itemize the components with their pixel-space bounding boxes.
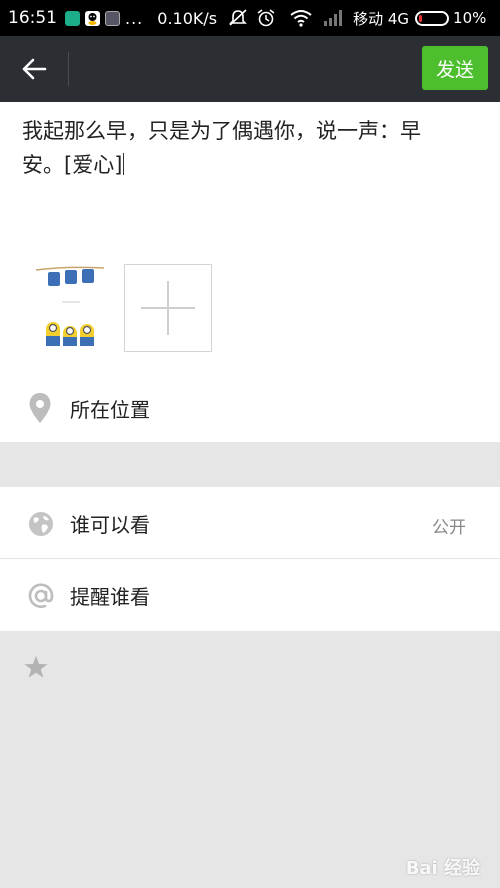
gallery-notification-icon bbox=[105, 10, 120, 26]
app-notification-icon bbox=[65, 10, 80, 26]
at-sign-icon bbox=[28, 583, 54, 608]
qq-notification-icon bbox=[85, 10, 100, 26]
add-photo-button[interactable] bbox=[124, 264, 212, 352]
star-icon[interactable] bbox=[23, 654, 49, 680]
battery-level bbox=[419, 14, 423, 22]
send-button[interactable]: 发送 bbox=[422, 46, 488, 90]
visibility-row[interactable]: 谁可以看 公开 bbox=[0, 487, 500, 559]
location-label: 所在位置 bbox=[70, 397, 150, 422]
post-text-input[interactable]: 我起那么早，只是为了偶遇你，说一声：早 安。[爱心] bbox=[22, 114, 472, 182]
carrier-label: 移动 4G bbox=[353, 9, 410, 28]
back-button[interactable] bbox=[0, 36, 68, 102]
network-speed: 0.10K/s bbox=[157, 8, 218, 28]
visibility-label: 谁可以看 bbox=[70, 513, 150, 537]
compose-area: 我起那么早，只是为了偶遇你，说一声：早 安。[爱心] 所在位置 bbox=[0, 102, 500, 442]
mute-icon bbox=[227, 9, 249, 27]
alarm-icon bbox=[255, 9, 277, 27]
title-bar: 发送 bbox=[0, 36, 500, 102]
post-text-line-2: 安。[爱心] bbox=[22, 153, 123, 177]
watermark: Bai 经验 bbox=[405, 858, 480, 879]
location-row[interactable]: 所在位置 bbox=[0, 374, 500, 442]
mention-row[interactable]: 提醒谁看 bbox=[0, 559, 500, 631]
status-bar: 16:51 ... 0.10K/s 移动 4G 10% bbox=[0, 0, 500, 36]
signal-icon bbox=[323, 9, 343, 27]
battery-percent: 10% bbox=[453, 9, 487, 27]
more-notifications: ... bbox=[125, 8, 144, 28]
visibility-value: 公开 bbox=[432, 518, 466, 538]
battery-icon bbox=[415, 10, 450, 26]
mention-label: 提醒谁看 bbox=[70, 585, 150, 609]
location-pin-icon bbox=[29, 393, 51, 423]
wifi-icon bbox=[289, 9, 312, 27]
status-time: 16:51 bbox=[8, 8, 57, 28]
globe-icon bbox=[29, 512, 53, 536]
post-text-line-1: 我起那么早，只是为了偶遇你，说一声：早 bbox=[22, 119, 421, 143]
back-arrow-icon bbox=[22, 58, 47, 80]
attached-photo-thumbnail[interactable] bbox=[22, 264, 110, 352]
plus-icon bbox=[141, 281, 195, 335]
title-divider bbox=[68, 52, 69, 86]
text-caret bbox=[123, 153, 125, 175]
